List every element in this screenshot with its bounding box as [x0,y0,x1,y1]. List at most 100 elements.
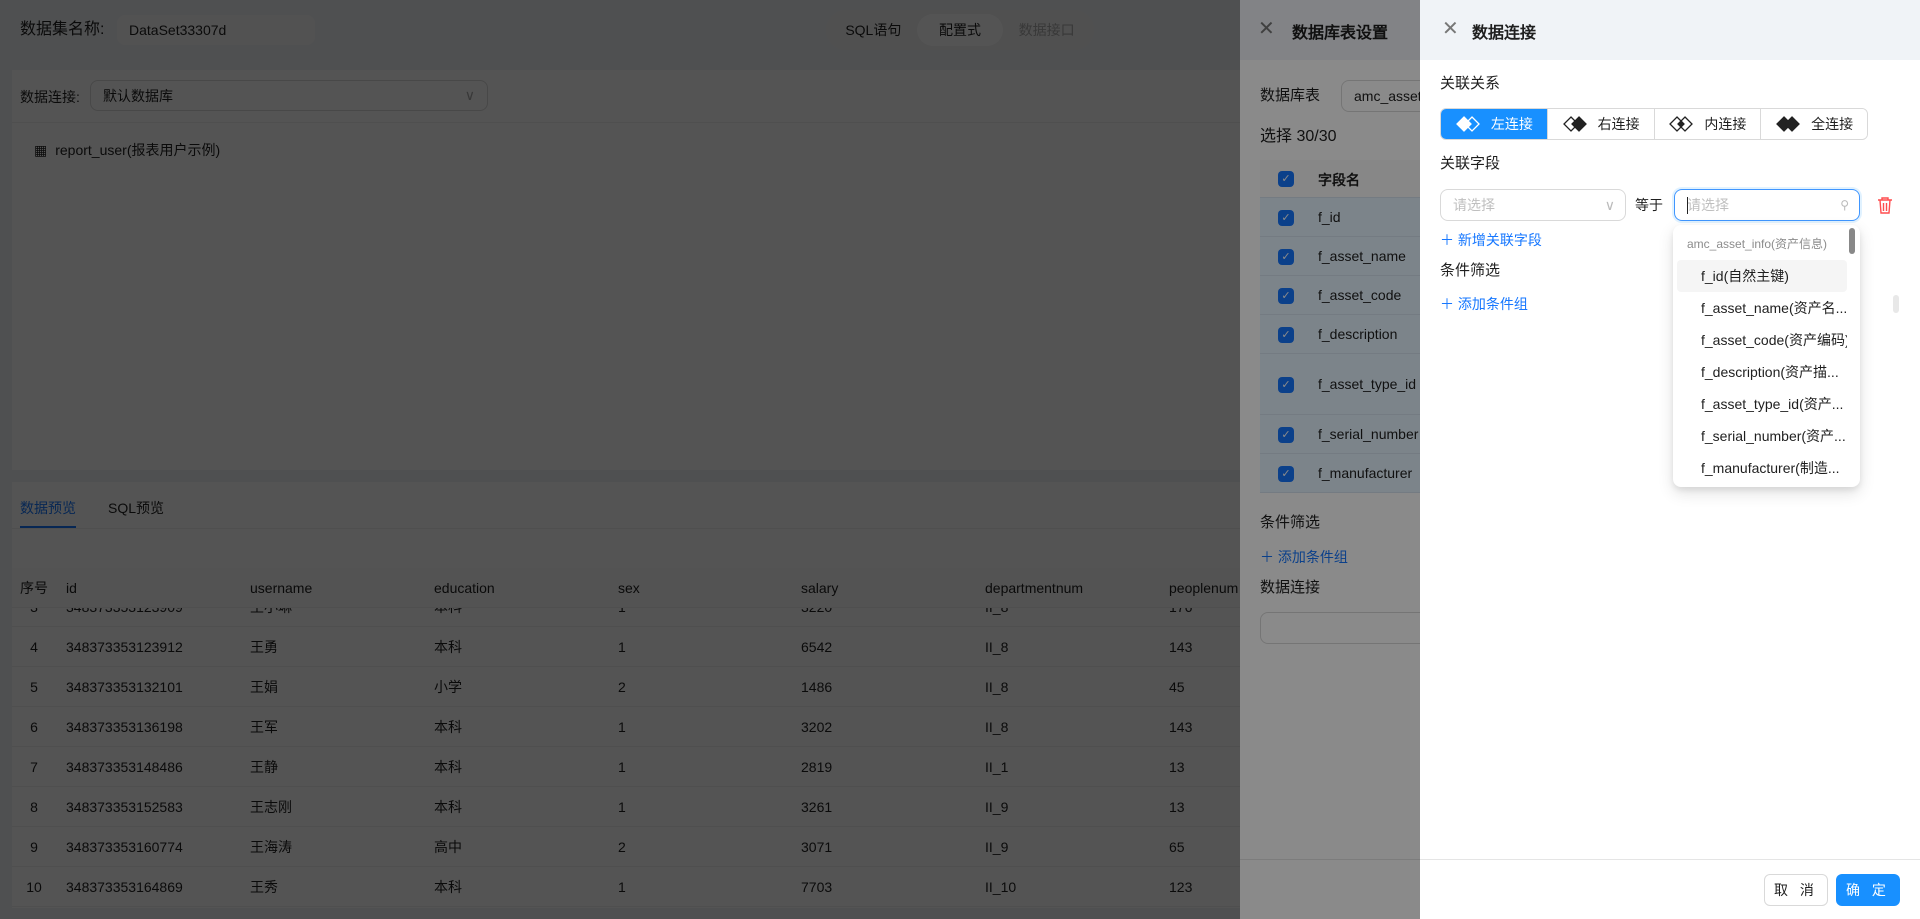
tab-api[interactable]: 数据接口 [1003,14,1090,46]
full-join-icon [1776,116,1801,132]
table-header: 序号 id username education sex salary depa… [12,568,1240,608]
join-option[interactable]: 右连接 [1546,109,1654,139]
table-cell: 本科 [434,759,462,775]
table-item-label: report_user(报表用户示例) [55,142,221,158]
tab-sql-preview[interactable]: SQL预览 [108,498,164,518]
right-field-select[interactable]: 请选择 ⚲ [1674,189,1860,221]
dropdown-group-label: amc_asset_info(资产信息) [1687,237,1828,251]
trash-icon[interactable] [1877,197,1893,214]
dataset-name-label: 数据集名称: [20,21,105,38]
column-header: id [66,580,77,596]
table-cell: 1 [618,639,626,655]
cancel-button[interactable]: 取 消 [1764,874,1828,906]
table-cell: 65 [1169,839,1185,855]
dropdown-option[interactable]: f_id(自然主键) [1677,260,1847,292]
table-item-report-user[interactable]: ▦ report_user(报表用户示例) [34,140,220,160]
preview-table: 序号 id username education sex salary depa… [12,568,1240,908]
table-cell: 45 [1169,679,1185,695]
column-header: peoplenum [1169,580,1239,596]
table-cell: II_10 [985,879,1017,895]
connection-select[interactable]: 默认数据库 ∨ [90,80,488,111]
ok-button[interactable]: 确 定 [1836,874,1900,906]
dataset-editor: 数据集名称: DataSet33307d SQL语句 配置式 数据接口 数据连接… [0,0,1240,919]
table-cell: 3261 [801,799,833,815]
table-row: 8 348373353152583 王志刚 本科 1 3261 II_9 13 [12,787,1240,827]
table-cell: 王娟 [250,679,278,695]
drawer-mask[interactable] [1240,0,1420,919]
table-cell: 王静 [250,759,278,775]
table-cell: 王军 [250,719,278,735]
drawer-header: ✕ 数据连接 [1420,0,1920,60]
column-header: departmentnum [985,580,1084,596]
column-header: 序号 [20,580,48,596]
left-placeholder: 请选择 [1453,197,1495,213]
tab-config[interactable]: 配置式 [916,14,1004,46]
table-cell: 王志刚 [250,799,292,815]
join-option[interactable]: 内连接 [1653,109,1761,139]
table-cell: 1 [618,879,626,895]
divider [12,122,1240,123]
mode-tabs: SQL语句 配置式 数据接口 [826,10,1094,50]
tab-sql[interactable]: SQL语句 [830,14,917,46]
table-cell: 3220 [801,608,832,627]
column-header: username [250,580,313,596]
table-cell: 13 [1169,799,1185,815]
table-cell: 2819 [801,759,833,775]
join-option[interactable]: 全连接 [1760,109,1867,139]
table-cell: 348373353160774 [66,839,183,855]
join-option[interactable]: 左连接 [1441,109,1547,139]
column-header: sex [618,580,640,596]
table-cell: 348373353123909 [66,608,183,627]
dropdown-option[interactable]: f_serial_number(资产... [1677,420,1847,452]
table-cell: 6 [30,719,38,735]
table-cell: 本科 [434,799,462,815]
table-cell: 9 [30,839,38,855]
preview-card: 数据预览 SQL预览 [12,482,1240,568]
scrollbar[interactable] [1893,295,1899,313]
table-cell: 348373353136198 [66,719,183,735]
table-cell: 123 [1169,879,1193,895]
connection-value: 默认数据库 [103,87,173,104]
dropdown-option[interactable]: f_description(资产描... [1677,356,1847,388]
data-connection-drawer: ✕ 数据连接 关联关系 左连接 右连接 内连接 全连接 关联字段 请选择 ∨ 等于 请… [1420,0,1920,919]
table-cell: 1 [618,799,626,815]
table-body[interactable]: 3348373353123909王小琳本科13220II_81764348373… [12,608,1240,908]
join-option-label: 内连接 [1704,116,1747,132]
add-join-field-link[interactable]: ＋ 新增关联字段 [1440,230,1542,250]
table-cell: 王秀 [250,879,278,895]
table-cell: 10 [26,879,42,895]
table-cell: 2 [618,679,626,695]
dropdown-option[interactable]: f_asset_code(资产编码) [1677,324,1847,356]
table-cell: II_9 [985,799,1009,815]
table-cell: 348373353132101 [66,679,183,695]
table-cell: 本科 [434,608,462,627]
tab-data-preview[interactable]: 数据预览 [20,498,76,518]
dropdown-option[interactable]: f_manufacturer(制造... [1677,452,1847,484]
dataset-name-input[interactable]: DataSet33307d [117,15,315,45]
table-cell: 1 [618,759,626,775]
add-group-label: 添加条件组 [1457,296,1528,312]
dropdown-scrollbar[interactable] [1849,228,1855,254]
config-card: 数据连接: 默认数据库 ∨ ▦ report_user(报表用户示例) [12,70,1240,470]
table-cell: 王勇 [250,639,278,655]
table-cell: 小学 [434,679,462,695]
table-cell: 3202 [801,719,833,735]
add-condition-group-link[interactable]: ＋ 添加条件组 [1440,294,1528,314]
dropdown-option[interactable]: f_asset_name(资产名... [1677,292,1847,324]
close-icon[interactable]: ✕ [1442,16,1459,41]
table-row: 10 348373353164869 王秀 本科 1 7703 II_10 123 [12,867,1240,907]
table-cell: 4 [30,639,38,655]
table-cell: 348373353164869 [66,879,183,895]
left-field-select[interactable]: 请选择 ∨ [1440,189,1626,221]
relation-label: 关联关系 [1440,75,1501,92]
dropdown-option[interactable]: f_asset_type_id(资产... [1677,388,1847,420]
table-cell: 13 [1169,759,1185,775]
table-cell: II_1 [985,759,1009,775]
column-header: salary [801,580,839,596]
left-join-icon [1455,116,1480,132]
chevron-down-icon: ∨ [1604,197,1615,213]
table-cell: 7703 [801,879,833,895]
join-option-label: 左连接 [1490,116,1533,132]
filter-label: 条件筛选 [1440,262,1501,279]
drawer-title: 数据连接 [1472,25,1537,42]
